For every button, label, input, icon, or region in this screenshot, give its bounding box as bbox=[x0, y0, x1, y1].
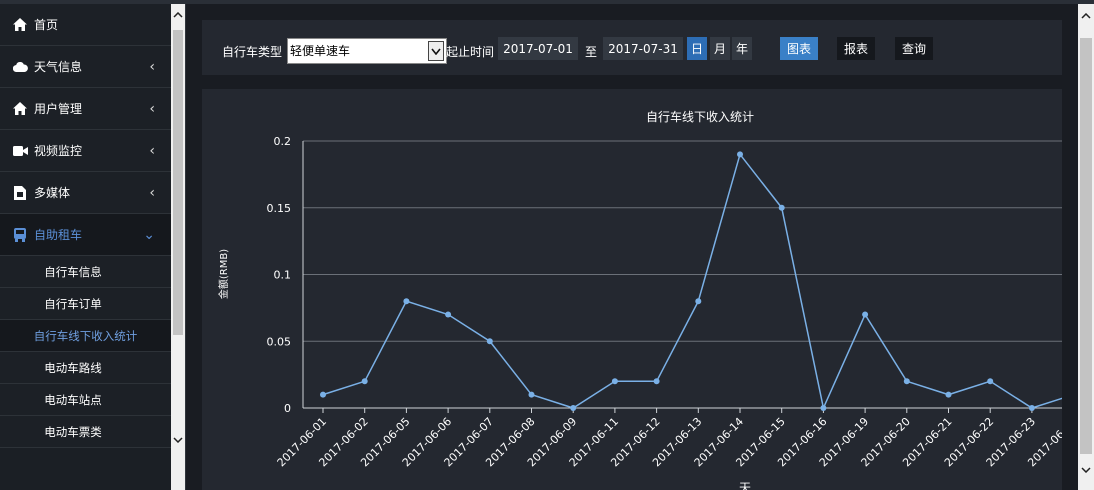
y-tick-label: 0.2 bbox=[274, 135, 292, 148]
start-date-input[interactable]: 2017-07-01 bbox=[498, 37, 578, 60]
data-point bbox=[945, 391, 952, 398]
chevron-left-icon: ‹ bbox=[149, 184, 155, 201]
y-tick-label: 0.15 bbox=[267, 202, 292, 215]
data-point bbox=[695, 298, 702, 305]
submenu-item-bike-orders[interactable]: 自行车订单 bbox=[0, 288, 171, 320]
data-point bbox=[486, 338, 493, 345]
file-media-icon bbox=[12, 185, 28, 201]
submenu-item-bike-offline-income[interactable]: 自行车线下收入统计 bbox=[0, 320, 171, 352]
sidebar-item-video[interactable]: 视频监控 ‹ bbox=[0, 130, 171, 172]
unit-month-button[interactable]: 月 bbox=[710, 37, 730, 60]
main-scrollbar-thumb[interactable] bbox=[1080, 38, 1092, 454]
data-point bbox=[1028, 405, 1035, 411]
sidebar-item-label: 视频监控 bbox=[34, 144, 83, 158]
date-range-label: 起止时间 bbox=[446, 45, 495, 59]
scroll-down-icon[interactable] bbox=[171, 432, 185, 448]
data-point bbox=[778, 204, 785, 211]
bike-type-label: 自行车类型 bbox=[222, 45, 283, 59]
filter-toolbar: 自行车类型 轻便单速车 起止时间 2017-07-01 至 2017-07-31… bbox=[202, 20, 1062, 75]
sidebar-item-users[interactable]: 用户管理 ‹ bbox=[0, 88, 171, 130]
series-line bbox=[322, 152, 1062, 411]
scroll-down-icon[interactable] bbox=[1078, 462, 1094, 478]
data-point bbox=[903, 378, 910, 385]
data-point bbox=[445, 311, 452, 318]
data-point bbox=[862, 311, 869, 318]
sidebar-item-media[interactable]: 多媒体 ‹ bbox=[0, 172, 171, 214]
scroll-up-icon[interactable] bbox=[1078, 8, 1094, 24]
chart-title: 自行车线下收入统计 bbox=[646, 109, 754, 124]
data-point bbox=[653, 378, 660, 385]
submenu-item-ebike-routes[interactable]: 电动车路线 bbox=[0, 352, 171, 384]
bus-icon bbox=[12, 227, 28, 243]
bike-type-select[interactable]: 轻便单速车 bbox=[287, 38, 447, 64]
sidebar-item-label: 自助租车 bbox=[34, 228, 83, 242]
sidebar-item-label: 多媒体 bbox=[34, 186, 71, 200]
data-point bbox=[403, 298, 410, 305]
y-tick-label: 0.1 bbox=[274, 269, 292, 282]
home-icon bbox=[12, 17, 28, 33]
submenu-item-ebike-stations[interactable]: 电动车站点 bbox=[0, 384, 171, 416]
data-point bbox=[737, 151, 743, 158]
main-content: 自行车类型 轻便单速车 起止时间 2017-07-01 至 2017-07-31… bbox=[186, 4, 1078, 490]
chart-panel: 自行车线下收入统计 金额(RMB) 天 0 0.05 0.1 0.15 0.2 2017… bbox=[202, 89, 1062, 490]
submenu-item-ebike-tickets[interactable]: 电动车票类 bbox=[0, 416, 171, 448]
submenu-item-bike-info[interactable]: 自行车信息 bbox=[0, 256, 171, 288]
end-date-input[interactable]: 2017-07-31 bbox=[603, 37, 683, 60]
unit-year-button[interactable]: 年 bbox=[732, 37, 752, 60]
x-axis-label: 天 bbox=[739, 481, 751, 490]
cloud-icon bbox=[12, 59, 28, 75]
home-icon bbox=[12, 101, 28, 117]
data-point bbox=[528, 391, 535, 398]
chevron-left-icon: ‹ bbox=[149, 100, 155, 117]
y-tick-label: 0 bbox=[284, 402, 291, 415]
chevron-down-icon[interactable] bbox=[428, 41, 444, 61]
main-scrollbar[interactable] bbox=[1078, 4, 1094, 490]
to-label: 至 bbox=[585, 45, 598, 59]
unit-day-button[interactable]: 日 bbox=[687, 37, 707, 60]
sidebar-item-label: 天气信息 bbox=[34, 60, 83, 74]
video-camera-icon bbox=[12, 143, 28, 159]
sidebar: 首页 天气信息 ‹ 用户管理 ‹ 视频监控 ‹ 多媒体 ‹ 自助租车 ⌄ 自行车 bbox=[0, 4, 171, 490]
sidebar-scrollbar-thumb[interactable] bbox=[173, 30, 183, 335]
data-point bbox=[611, 378, 618, 385]
sidebar-item-label: 首页 bbox=[34, 18, 59, 32]
chevron-left-icon: ‹ bbox=[149, 142, 155, 159]
y-axis-label: 金额(RMB) bbox=[217, 249, 230, 299]
data-point bbox=[570, 405, 577, 411]
sidebar-item-home[interactable]: 首页 bbox=[0, 4, 171, 46]
sidebar-item-label: 用户管理 bbox=[34, 102, 83, 116]
sidebar-item-bike-rental[interactable]: 自助租车 ⌄ bbox=[0, 214, 171, 256]
y-tick-label: 0.05 bbox=[267, 335, 292, 348]
report-button[interactable]: 报表 bbox=[837, 37, 875, 60]
data-point bbox=[361, 378, 368, 385]
query-button[interactable]: 查询 bbox=[895, 37, 933, 60]
bike-type-value: 轻便单速车 bbox=[290, 44, 351, 58]
sidebar-scrollbar[interactable] bbox=[171, 4, 185, 490]
data-point bbox=[820, 405, 827, 411]
chevron-left-icon: ‹ bbox=[149, 58, 155, 75]
data-point bbox=[987, 378, 994, 385]
sidebar-item-weather[interactable]: 天气信息 ‹ bbox=[0, 46, 171, 88]
chevron-down-icon: ⌄ bbox=[143, 226, 155, 243]
income-line-chart: 自行车线下收入统计 金额(RMB) 天 00.050.10.150.2 2017… bbox=[217, 109, 1062, 490]
scroll-up-icon[interactable] bbox=[171, 7, 185, 23]
data-point bbox=[320, 391, 326, 398]
chart-button[interactable]: 图表 bbox=[780, 37, 818, 60]
